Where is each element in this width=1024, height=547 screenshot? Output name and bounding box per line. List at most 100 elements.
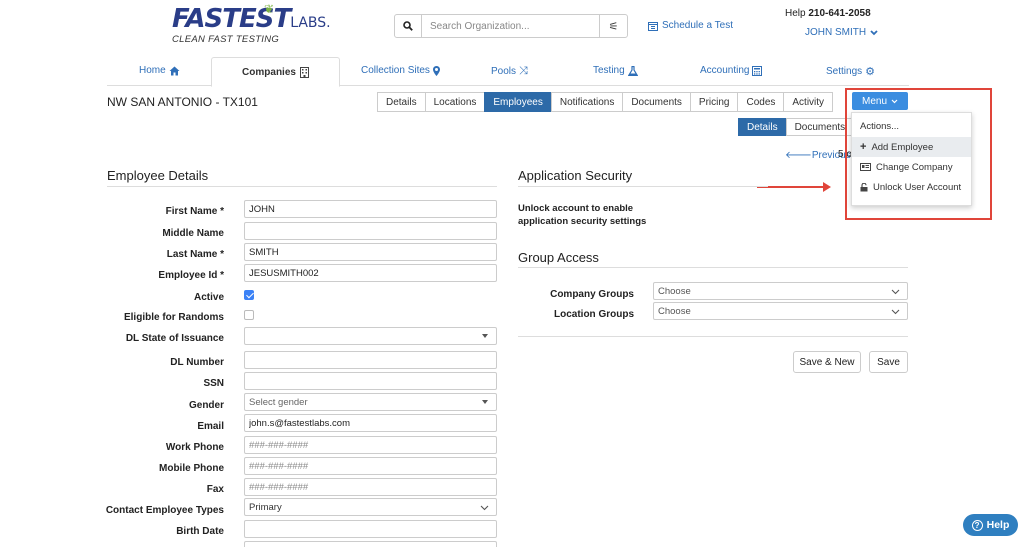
- gender-label: Gender: [188, 400, 224, 411]
- nav-accounting-label: Accounting: [700, 65, 750, 76]
- last-name-input[interactable]: [244, 243, 497, 261]
- filter-button[interactable]: ⚟: [599, 15, 627, 37]
- schedule-test-label: Schedule a Test: [662, 20, 733, 31]
- employee-id-label: Employee Id *: [158, 270, 224, 281]
- company-groups-value: Choose: [658, 285, 691, 297]
- detail-tab-details[interactable]: Details: [738, 118, 787, 136]
- logo-tagline: CLEAN FAST TESTING: [172, 34, 280, 45]
- next-field-input[interactable]: [244, 541, 497, 547]
- company-title: NW SAN ANTONIO - TX101: [107, 95, 258, 109]
- app-security-divider: [518, 186, 768, 187]
- work-phone-input[interactable]: [244, 436, 497, 454]
- birth-date-input[interactable]: [244, 520, 497, 538]
- search-input[interactable]: [422, 15, 599, 37]
- arrow-left-icon: 🡐: [785, 150, 812, 161]
- email-input[interactable]: [244, 414, 497, 432]
- shuffle-icon: ⤨: [519, 65, 528, 77]
- gender-value: Select gender: [249, 396, 308, 408]
- save-button[interactable]: Save: [869, 351, 908, 373]
- employee-id-input[interactable]: [244, 264, 497, 282]
- help-button[interactable]: ? Help: [963, 514, 1018, 536]
- ssn-input[interactable]: [244, 372, 497, 390]
- chevron-down-icon: [891, 309, 900, 315]
- dl-number-label: DL Number: [170, 357, 224, 368]
- first-name-input[interactable]: [244, 200, 497, 218]
- nav-testing-label: Testing: [593, 65, 625, 76]
- group-access-title: Group Access: [518, 250, 599, 265]
- menu-item-add-employee[interactable]: + Add Employee: [852, 137, 971, 157]
- group-access-divider: [518, 267, 908, 268]
- menu-item-change-company[interactable]: Change Company: [852, 157, 971, 177]
- sliders-icon: ⚟: [608, 20, 619, 33]
- unlock-icon: [860, 182, 868, 191]
- company-groups-select[interactable]: Choose: [653, 282, 908, 300]
- dl-number-input[interactable]: [244, 351, 497, 369]
- plus-icon: +: [860, 141, 867, 153]
- menu-button-label: Menu: [861, 95, 887, 107]
- menu-item-unlock-user-label: Unlock User Account: [873, 181, 962, 193]
- employee-details-divider: [107, 186, 497, 187]
- app-security-message-line1: Unlock account to enable: [518, 203, 634, 214]
- caret-down-icon: [482, 334, 488, 338]
- logo-labs-text: LABS.: [290, 15, 331, 31]
- subtab-codes[interactable]: Codes: [737, 92, 785, 112]
- search-button[interactable]: [395, 15, 422, 37]
- schedule-test-link[interactable]: Schedule a Test: [648, 20, 733, 31]
- menu-item-add-employee-label: Add Employee: [871, 141, 934, 153]
- home-icon: [169, 66, 180, 75]
- nav-home[interactable]: Home: [139, 65, 180, 76]
- contact-types-value: Primary: [249, 501, 282, 513]
- menu-item-unlock-user[interactable]: Unlock User Account: [852, 177, 971, 197]
- save-new-button[interactable]: Save & New: [793, 351, 861, 373]
- subtab-activity[interactable]: Activity: [783, 92, 834, 112]
- menu-item-change-company-label: Change Company: [876, 161, 953, 173]
- nav-companies-label: Companies: [242, 66, 296, 78]
- active-label: Active: [193, 292, 224, 303]
- nav-settings[interactable]: Settings ⚙: [826, 65, 875, 78]
- gender-select[interactable]: Select gender: [244, 393, 497, 411]
- nav-companies[interactable]: Companies: [211, 57, 340, 87]
- subtab-documents[interactable]: Documents: [622, 92, 691, 112]
- flask-icon: [627, 65, 638, 76]
- mobile-phone-label: Mobile Phone: [159, 463, 224, 474]
- calendar-icon: [648, 21, 658, 31]
- building-icon: [299, 66, 309, 78]
- nav-home-label: Home: [139, 65, 166, 76]
- menu-item-actions-label: Actions...: [860, 120, 900, 132]
- middle-name-input[interactable]: [244, 222, 497, 240]
- nav-pools[interactable]: Pools ⤨: [491, 65, 528, 78]
- nav-pools-label: Pools: [491, 66, 517, 77]
- active-checkbox[interactable]: [244, 290, 254, 300]
- nav-settings-label: Settings: [826, 66, 863, 77]
- location-groups-value: Choose: [658, 305, 691, 317]
- app-security-message-line2: application security settings: [518, 216, 647, 227]
- nav-collection-sites[interactable]: Collection Sites: [361, 65, 440, 76]
- eligible-randoms-checkbox[interactable]: [244, 310, 254, 320]
- nav-testing[interactable]: Testing: [593, 65, 638, 76]
- subtab-employees[interactable]: Employees: [484, 92, 552, 112]
- subtab-details[interactable]: Details: [377, 92, 426, 112]
- detail-tab-documents[interactable]: Documents: [785, 118, 855, 136]
- user-menu[interactable]: JOHN SMITH: [805, 27, 878, 38]
- search-icon: [403, 21, 413, 31]
- mobile-phone-input[interactable]: [244, 457, 497, 475]
- fax-label: Fax: [206, 484, 224, 495]
- group-access-bottom-divider: [518, 336, 908, 337]
- logo[interactable]: FASTESTLABS. ❦: [172, 2, 331, 34]
- help-phone-number: 210-641-2058: [808, 8, 871, 19]
- subtab-notifications[interactable]: Notifications: [550, 92, 624, 112]
- contact-types-label: Contact Employee Types: [105, 505, 224, 516]
- fax-input[interactable]: [244, 478, 497, 496]
- company-subtabs: Details Locations Employees Notification…: [377, 92, 834, 112]
- nav-collection-sites-label: Collection Sites: [361, 65, 430, 76]
- subtab-pricing[interactable]: Pricing: [689, 92, 739, 112]
- location-groups-select[interactable]: Choose: [653, 302, 908, 320]
- calculator-icon: [752, 65, 763, 76]
- menu-button[interactable]: Menu: [852, 92, 908, 110]
- menu-dropdown: Actions... + Add Employee Change Company…: [851, 112, 972, 206]
- first-name-label: First Name *: [165, 206, 224, 217]
- contact-types-select[interactable]: Primary: [244, 498, 497, 516]
- dl-state-select[interactable]: [244, 327, 497, 345]
- subtab-locations[interactable]: Locations: [424, 92, 486, 112]
- nav-accounting[interactable]: Accounting: [700, 65, 763, 76]
